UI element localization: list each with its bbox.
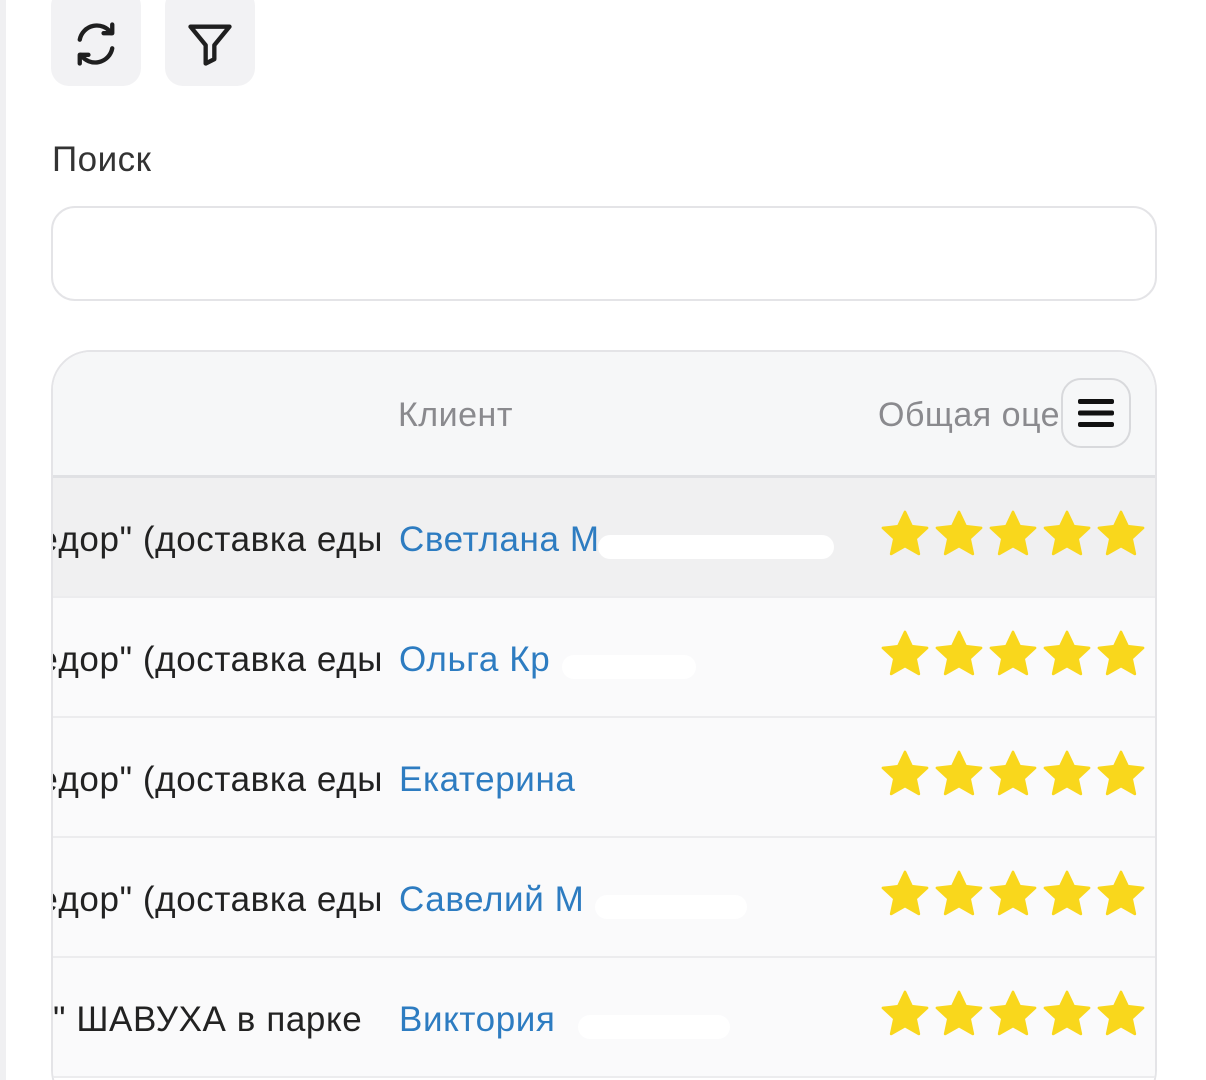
refresh-button[interactable]	[51, 0, 141, 86]
row-point-text: "Дядя Фёдор" (доставка еды	[53, 880, 383, 919]
table-row[interactable]: "Дядя Фёдор" (доставка еды Светлана М	[53, 478, 1155, 598]
table-row[interactable]: " ШАВУХА в парке Виктория	[53, 958, 1155, 1078]
star-icon	[1095, 748, 1147, 800]
star-icon	[987, 748, 1039, 800]
rating-stars	[879, 988, 1147, 1040]
redaction-mark	[578, 1015, 730, 1039]
search-input[interactable]	[51, 206, 1157, 301]
star-icon	[879, 868, 931, 920]
star-icon	[933, 748, 985, 800]
rating-stars	[879, 508, 1147, 560]
row-point-text: "Дядя Фёдор" (доставка еды	[53, 760, 383, 799]
column-header-client[interactable]: Клиент	[398, 396, 513, 435]
star-icon	[1095, 628, 1147, 680]
filter-icon	[188, 24, 232, 66]
refresh-icon	[77, 22, 115, 66]
star-icon	[1041, 748, 1093, 800]
column-menu-button[interactable]	[1061, 378, 1131, 448]
row-client-link[interactable]: Савелий М	[399, 880, 584, 920]
row-point-name: " ШАВУХА в парке	[53, 1000, 383, 1040]
rating-stars	[879, 748, 1147, 800]
star-icon	[987, 988, 1039, 1040]
table-row[interactable]: "Дядя Фёдор" (доставка еды Екатерина	[53, 718, 1155, 838]
row-point-text: " ШАВУХА в парке	[53, 1000, 363, 1039]
star-icon	[1041, 508, 1093, 560]
redaction-mark	[562, 655, 696, 679]
star-icon	[1095, 988, 1147, 1040]
row-point-name: "Дядя Фёдор" (доставка еды	[53, 760, 383, 800]
star-icon	[933, 628, 985, 680]
rating-stars	[879, 628, 1147, 680]
star-icon	[933, 868, 985, 920]
star-icon	[1041, 988, 1093, 1040]
column-header-rating[interactable]: Общая оценка	[878, 396, 1063, 435]
star-icon	[879, 988, 931, 1040]
page: Поиск Клиент Общая оценка "Дядя Фёдор" (…	[0, 0, 1206, 1080]
star-icon	[879, 748, 931, 800]
table-row[interactable]: "Дядя Фёдор" (доставка еды Ольга Кр	[53, 598, 1155, 718]
row-client-link[interactable]: Екатерина	[399, 760, 575, 800]
row-client-link[interactable]: Виктория	[399, 1000, 555, 1040]
row-client-link[interactable]: Светлана М	[399, 520, 600, 560]
reviews-table: Клиент Общая оценка "Дядя Фёдор" (достав…	[51, 350, 1157, 1080]
star-icon	[879, 508, 931, 560]
redaction-mark	[598, 535, 834, 559]
star-icon	[933, 508, 985, 560]
star-icon	[1041, 628, 1093, 680]
redaction-mark	[595, 895, 747, 919]
table-row[interactable]: "Дядя Фёдор" (доставка еды Савелий М	[53, 838, 1155, 958]
star-icon	[987, 628, 1039, 680]
star-icon	[933, 988, 985, 1040]
star-icon	[987, 508, 1039, 560]
rating-stars	[879, 868, 1147, 920]
table-header: Клиент Общая оценка	[53, 352, 1155, 478]
star-icon	[1041, 868, 1093, 920]
row-point-name: "Дядя Фёдор" (доставка еды	[53, 640, 383, 680]
row-client-link[interactable]: Ольга Кр	[399, 640, 550, 680]
star-icon	[987, 868, 1039, 920]
star-icon	[879, 628, 931, 680]
row-point-text: "Дядя Фёдор" (доставка еды	[53, 640, 383, 679]
left-edge	[0, 0, 6, 1080]
filter-button[interactable]	[165, 0, 255, 86]
star-icon	[1095, 508, 1147, 560]
star-icon	[1095, 868, 1147, 920]
menu-icon	[1078, 399, 1114, 427]
row-point-text: "Дядя Фёдор" (доставка еды	[53, 520, 383, 559]
search-label: Поиск	[52, 140, 152, 179]
row-point-name: "Дядя Фёдор" (доставка еды	[53, 880, 383, 920]
row-point-name: "Дядя Фёдор" (доставка еды	[53, 520, 383, 560]
